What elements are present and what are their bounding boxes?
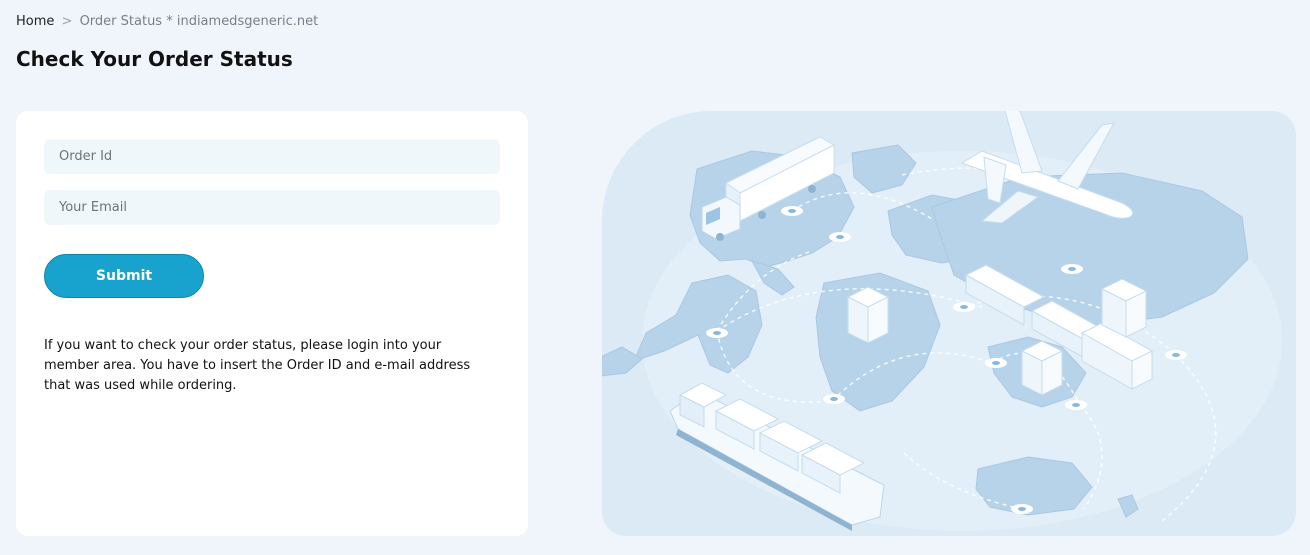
order-id-input[interactable] bbox=[44, 139, 500, 174]
breadcrumb: Home > Order Status * indiamedsgeneric.n… bbox=[16, 14, 318, 29]
location-pin-icon bbox=[985, 358, 1007, 368]
location-pin-icon bbox=[823, 394, 845, 404]
location-pin-icon bbox=[706, 328, 728, 338]
order-status-form-card: Submit If you want to check your order s… bbox=[16, 111, 528, 536]
antarctica-edge-landmass bbox=[602, 346, 643, 377]
breadcrumb-separator: > bbox=[61, 14, 73, 29]
australia-landmass bbox=[975, 456, 1093, 516]
location-pin-icon bbox=[1011, 504, 1033, 514]
email-input[interactable] bbox=[44, 190, 500, 225]
location-pin-icon bbox=[1165, 350, 1187, 360]
world-logistics-illustration bbox=[602, 111, 1296, 536]
order-status-info-text: If you want to check your order status, … bbox=[44, 338, 471, 393]
breadcrumb-home-link[interactable]: Home bbox=[16, 14, 54, 29]
world-logistics-map-illustration bbox=[602, 111, 1282, 531]
location-pin-icon bbox=[829, 232, 851, 242]
box-stack-icon bbox=[1020, 340, 1064, 396]
location-pin-icon bbox=[953, 302, 975, 312]
submit-button[interactable]: Submit bbox=[44, 254, 204, 298]
box-stack-icon bbox=[1100, 278, 1148, 338]
location-pin-icon bbox=[781, 206, 803, 216]
breadcrumb-current: Order Status * indiamedsgeneric.net bbox=[79, 14, 319, 29]
location-pin-icon bbox=[1065, 400, 1087, 410]
location-pin-icon bbox=[1061, 264, 1083, 274]
page-title: Check Your Order Status bbox=[16, 47, 293, 71]
box-stack-icon bbox=[846, 286, 890, 344]
